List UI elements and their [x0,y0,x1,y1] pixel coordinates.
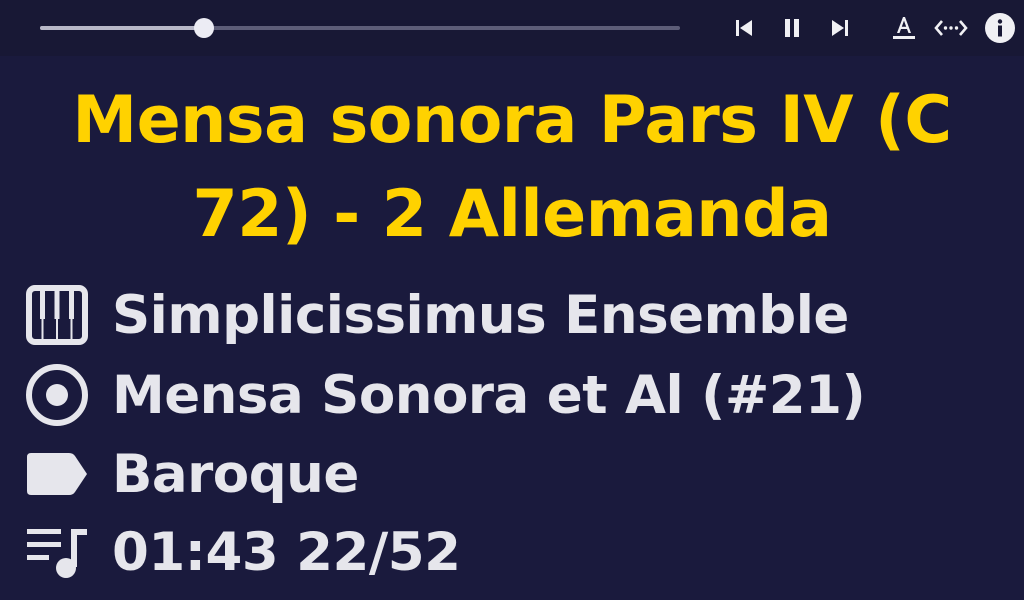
font-size-button[interactable] [888,12,920,44]
piano-icon [22,280,92,350]
info-icon [985,13,1015,43]
playback-position: 01:43 22/52 [112,521,461,583]
pause-button[interactable] [776,12,808,44]
skip-previous-icon [733,17,755,39]
music-player-screen: Mensa sonora Pars IV (C 72) - 2 Allemand… [0,0,1024,600]
genre-row: Baroque [22,439,359,509]
next-button[interactable] [824,12,856,44]
info-button[interactable] [984,12,1016,44]
album-row: Mensa Sonora et Al (#21) [22,360,866,430]
seek-bar-progress [40,26,205,30]
top-toolbar [0,0,1024,56]
track-title: Mensa sonora Pars IV (C 72) - 2 Allemand… [72,83,952,252]
playlist-music-icon [22,517,92,587]
expand-horizontal-icon [934,17,968,39]
text-format-icon [892,15,916,41]
artist-name: Simplicissimus Ensemble [112,284,849,346]
pause-icon [781,17,803,39]
previous-button[interactable] [728,12,760,44]
position-row: 01:43 22/52 [22,517,461,587]
album-name: Mensa Sonora et Al (#21) [112,364,866,426]
seek-bar[interactable] [40,18,680,38]
expand-button[interactable] [934,12,968,44]
disc-icon [22,360,92,430]
genre-name: Baroque [112,443,359,505]
skip-next-icon [829,17,851,39]
seek-bar-thumb[interactable] [194,18,215,38]
artist-row: Simplicissimus Ensemble [22,280,849,350]
label-tag-icon [22,439,92,509]
